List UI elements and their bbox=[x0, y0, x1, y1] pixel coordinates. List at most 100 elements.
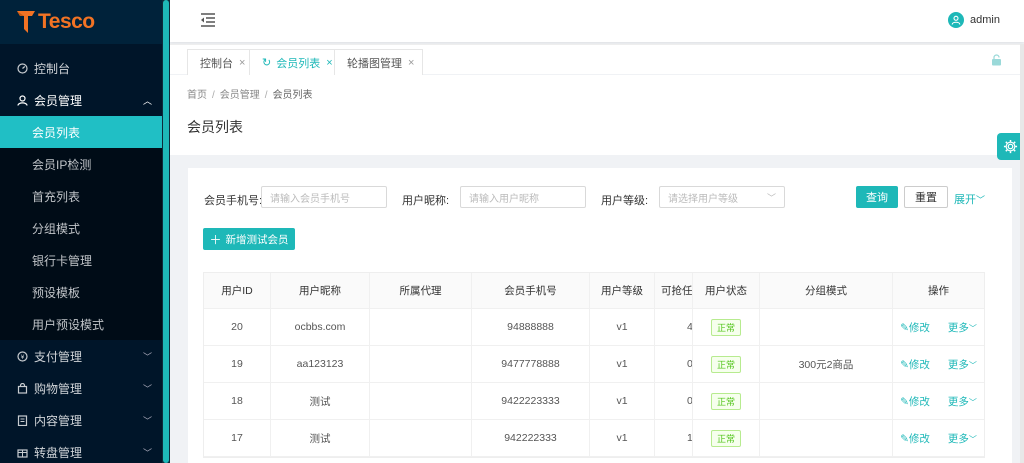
cell-user-id: 20 bbox=[204, 309, 271, 345]
content-card: 会员手机号: 请输入会员手机号 用户昵称: 请输入用户昵称 用户等级: 请选择用… bbox=[188, 168, 1012, 463]
user-icon bbox=[951, 15, 961, 25]
more-dropdown[interactable]: 更多﹀ bbox=[948, 357, 977, 372]
menu-fold-icon[interactable] bbox=[200, 13, 216, 27]
sidebar-item-first-recharge[interactable]: 首充列表 bbox=[0, 180, 170, 212]
chevron-down-icon: ﹀ bbox=[968, 360, 977, 370]
chevron-down-icon: ﹀ bbox=[968, 323, 977, 333]
column-header[interactable]: 会员手机号 bbox=[472, 273, 590, 308]
column-header[interactable]: 用户ID bbox=[204, 273, 271, 308]
sidebar-item-bank-cards[interactable]: 银行卡管理 bbox=[0, 244, 170, 276]
sidebar-submenu-members: 会员列表 会员IP检测 首充列表 分组模式 银行卡管理 预设模板 用户预设模式 bbox=[0, 116, 170, 340]
payment-icon: ¥ bbox=[16, 350, 28, 362]
column-header[interactable]: 可抢任务 bbox=[655, 273, 693, 308]
sidebar-item-shopping[interactable]: 购物管理 ﹀ bbox=[0, 372, 170, 404]
column-header[interactable]: 操作 bbox=[893, 273, 984, 308]
edit-icon: ✎ bbox=[900, 358, 909, 371]
status-badge: 正常 bbox=[710, 318, 741, 336]
sidebar-item-label: 预设模板 bbox=[32, 285, 81, 300]
column-header[interactable]: 分组模式 bbox=[760, 273, 893, 308]
sidebar-item-label: 内容管理 bbox=[34, 413, 83, 428]
plus-icon: ＋ bbox=[209, 232, 222, 247]
table-row[interactable]: 17 测试 942222333 v1 1 正常 ✎修改 更多﹀ bbox=[204, 420, 984, 457]
cell-status: 正常 bbox=[693, 420, 760, 456]
tab-label: 会员列表 bbox=[276, 57, 321, 70]
tab-banner-management[interactable]: 轮播图管理 × bbox=[334, 49, 424, 75]
cell-agent bbox=[370, 346, 472, 382]
edit-link[interactable]: ✎修改 bbox=[900, 394, 930, 409]
edit-link[interactable]: ✎修改 bbox=[900, 320, 930, 335]
edit-link[interactable]: ✎修改 bbox=[900, 431, 930, 446]
column-header[interactable]: 用户状态 bbox=[693, 273, 760, 308]
sidebar-item-wheel[interactable]: 转盘管理 ﹀ bbox=[0, 436, 170, 463]
tab-bar: 控制台 × ↻ 会员列表 × 轮播图管理 × bbox=[170, 44, 1024, 75]
sidebar-item-group-mode[interactable]: 分组模式 bbox=[0, 212, 170, 244]
chevron-down-icon: ﹀ bbox=[968, 397, 977, 407]
tab-member-list[interactable]: ↻ 会员列表 × bbox=[249, 49, 342, 75]
nickname-filter-label: 用户昵称: bbox=[402, 195, 450, 207]
page-title: 会员列表 bbox=[187, 119, 243, 135]
table-header-row: 用户ID 用户昵称 所属代理 会员手机号 用户等级 可抢任务 用户状态 分组模式… bbox=[204, 273, 984, 309]
breadcrumb-home[interactable]: 首页 bbox=[187, 90, 207, 101]
sidebar-scrollbar[interactable] bbox=[162, 0, 170, 463]
cell-agent bbox=[370, 309, 472, 345]
sidebar-item-label: 会员管理 bbox=[34, 93, 83, 108]
tasks-value: 4 bbox=[687, 321, 693, 333]
cell-agent bbox=[370, 383, 472, 419]
column-header[interactable]: 用户昵称 bbox=[271, 273, 370, 308]
table-row[interactable]: 19 aa123123 9477778888 v1 0 正常 300元2商品 ✎… bbox=[204, 346, 984, 383]
breadcrumb-parent[interactable]: 会员管理 bbox=[220, 90, 260, 101]
sidebar-item-member-list[interactable]: 会员列表 bbox=[0, 116, 170, 148]
level-select[interactable]: 请选择用户等级 ﹀ bbox=[659, 186, 785, 208]
more-dropdown[interactable]: 更多﹀ bbox=[948, 394, 977, 409]
cell-agent bbox=[370, 420, 472, 456]
expand-button[interactable]: 展开﹀ bbox=[954, 191, 985, 207]
sidebar-item-member-ip-check[interactable]: 会员IP检测 bbox=[0, 148, 170, 180]
close-icon[interactable]: × bbox=[326, 57, 332, 69]
sidebar-scroll-thumb[interactable] bbox=[163, 0, 169, 463]
sidebar-item-members[interactable]: 会员管理 ︿ bbox=[0, 84, 170, 116]
cell-user-id: 17 bbox=[204, 420, 271, 456]
sidebar-item-content[interactable]: 内容管理 ﹀ bbox=[0, 404, 170, 436]
table-row[interactable]: 20 ocbbs.com 94888888 v1 4 正常 ✎修改 更多﹀ bbox=[204, 309, 984, 346]
chevron-down-icon: ﹀ bbox=[968, 434, 977, 444]
refresh-icon[interactable]: ↻ bbox=[262, 56, 271, 69]
dashboard-icon bbox=[16, 62, 28, 74]
sidebar: Tesco 控制台 会员管理 ︿ 会员列表 会员IP检测 首充列表 分组模式 银… bbox=[0, 0, 170, 463]
more-dropdown[interactable]: 更多﹀ bbox=[948, 320, 977, 335]
more-dropdown[interactable]: 更多﹀ bbox=[948, 431, 977, 446]
column-header[interactable]: 所属代理 bbox=[370, 273, 472, 308]
tab-dashboard[interactable]: 控制台 × bbox=[187, 49, 255, 75]
add-button-label: 新增测试会员 bbox=[225, 233, 289, 246]
page-scrollbar[interactable] bbox=[1020, 44, 1024, 463]
cell-phone: 9477778888 bbox=[472, 346, 590, 382]
add-test-member-button[interactable]: ＋新增测试会员 bbox=[203, 228, 295, 250]
shopping-icon bbox=[16, 382, 28, 394]
logo-mark-icon bbox=[17, 11, 35, 33]
cell-group bbox=[760, 309, 893, 345]
cell-level: v1 bbox=[590, 383, 655, 419]
column-header[interactable]: 用户等级 bbox=[590, 273, 655, 308]
cell-phone: 9422223333 bbox=[472, 383, 590, 419]
reset-button[interactable]: 重置 bbox=[904, 186, 948, 208]
close-icon[interactable]: × bbox=[408, 57, 414, 69]
phone-search-input[interactable]: 请输入会员手机号 bbox=[261, 186, 387, 208]
status-badge: 正常 bbox=[710, 429, 741, 447]
sidebar-item-user-preset-mode[interactable]: 用户预设模式 bbox=[0, 308, 170, 340]
sidebar-item-label: 控制台 bbox=[34, 61, 71, 76]
nickname-search-input[interactable]: 请输入用户昵称 bbox=[460, 186, 586, 208]
sidebar-item-dashboard[interactable]: 控制台 bbox=[0, 52, 170, 84]
gear-icon bbox=[1003, 139, 1018, 154]
app-root: Tesco 控制台 会员管理 ︿ 会员列表 会员IP检测 首充列表 分组模式 银… bbox=[0, 0, 1024, 463]
level-filter-label: 用户等级: bbox=[601, 195, 649, 207]
close-icon[interactable]: × bbox=[239, 57, 245, 69]
edit-icon: ✎ bbox=[900, 321, 909, 334]
sidebar-item-payment[interactable]: ¥ 支付管理 ﹀ bbox=[0, 340, 170, 372]
query-button[interactable]: 查询 bbox=[856, 186, 898, 208]
edit-link[interactable]: ✎修改 bbox=[900, 357, 930, 372]
wheel-icon bbox=[16, 446, 28, 458]
sidebar-item-preset-template[interactable]: 预设模板 bbox=[0, 276, 170, 308]
lock-icon[interactable] bbox=[991, 54, 1002, 66]
user-menu[interactable]: admin bbox=[948, 12, 1000, 28]
table-row[interactable]: 18 测试 9422223333 v1 0 正常 ✎修改 更多﹀ bbox=[204, 383, 984, 420]
logo[interactable]: Tesco bbox=[0, 0, 170, 44]
